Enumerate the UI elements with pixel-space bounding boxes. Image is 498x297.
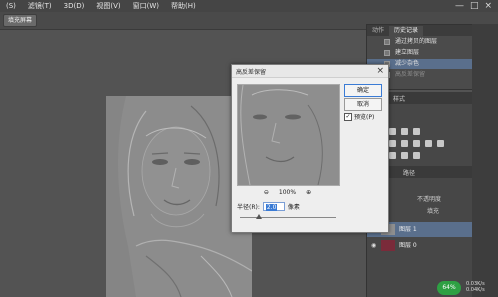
- menu-item-window[interactable]: 窗口(W): [127, 0, 165, 12]
- eye-icon[interactable]: ◉: [371, 242, 376, 249]
- radius-input[interactable]: 2.0: [262, 202, 285, 211]
- fill-screen-button[interactable]: 填充屏幕: [3, 14, 38, 27]
- curves-icon[interactable]: [401, 128, 408, 135]
- radius-label: 半径(R):: [237, 204, 260, 211]
- menu-item-3d[interactable]: 3D(D): [58, 0, 91, 12]
- collapsed-panel-strip: [472, 24, 498, 297]
- layer-icon: [384, 50, 390, 56]
- close-icon[interactable]: ×: [484, 0, 492, 12]
- zoom-in-icon[interactable]: ⊕: [306, 189, 311, 196]
- posterize-icon[interactable]: [389, 152, 396, 159]
- menu-item-view[interactable]: 视图(V): [90, 0, 126, 12]
- exposure-icon[interactable]: [413, 128, 420, 135]
- dialog-titlebar: 高反差保留 ×: [232, 65, 388, 78]
- radius-field-row: 半径(R): 2.0 像素: [237, 202, 300, 211]
- zoom-controls: ⊖ 100% ⊕: [237, 187, 338, 197]
- menu-item-help[interactable]: 帮助(H): [165, 0, 202, 12]
- layer-thumbnail: [381, 240, 395, 251]
- hue-icon[interactable]: [389, 140, 396, 147]
- menu-bar: (S) 滤镜(T) 3D(D) 视图(V) 窗口(W) 帮助(H): [0, 0, 498, 12]
- tab-history[interactable]: 历史记录: [389, 26, 424, 36]
- tab-actions[interactable]: 动作: [367, 26, 389, 36]
- network-speed: 0.03K/s 0.04K/s: [466, 281, 485, 293]
- tab-paths[interactable]: 路径: [403, 168, 415, 177]
- preview-face-image: [238, 85, 339, 185]
- history-item[interactable]: 通过拷贝的图层: [367, 37, 472, 47]
- net-down: 0.04K/s: [466, 287, 485, 293]
- zoom-out-icon[interactable]: ⊖: [264, 189, 269, 196]
- menu-item-select[interactable]: (S): [0, 0, 22, 12]
- dialog-title: 高反差保留: [236, 69, 267, 76]
- history-item-label: 通过拷贝的图层: [395, 38, 438, 45]
- checkmark-icon: ✓: [344, 112, 352, 121]
- photo-filter-icon[interactable]: [425, 140, 432, 147]
- history-item[interactable]: 建立图层: [367, 48, 472, 58]
- restore-icon[interactable]: □: [470, 0, 479, 12]
- preview-checkbox[interactable]: ✓ 预览(P): [344, 112, 374, 121]
- high-pass-dialog: 高反差保留 × 确定 取消 ✓ 预览(P) ⊖ 100% ⊕ 半径(R): 2.…: [231, 64, 389, 233]
- cancel-button[interactable]: 取消: [344, 98, 382, 111]
- layer-name: 图层 1: [399, 226, 417, 233]
- history-item-label: 建立图层: [395, 49, 420, 56]
- window-controls: — □ ×: [455, 0, 498, 12]
- close-icon[interactable]: ×: [376, 65, 384, 77]
- cpu-usage-badge[interactable]: 64%: [437, 281, 461, 295]
- history-item-label: 减少杂色: [395, 60, 420, 67]
- opacity-label: 不透明度: [417, 196, 442, 203]
- radius-slider[interactable]: [240, 214, 336, 219]
- ok-button[interactable]: 确定: [344, 84, 382, 97]
- levels-icon[interactable]: [389, 128, 396, 135]
- bw-icon[interactable]: [413, 140, 420, 147]
- radius-value: 2.0: [265, 204, 278, 211]
- tab-styles[interactable]: 样式: [393, 94, 405, 103]
- zoom-level: 100%: [278, 188, 297, 196]
- fill-label: 填充: [427, 208, 440, 215]
- threshold-icon[interactable]: [401, 152, 408, 159]
- radius-unit: 像素: [287, 204, 300, 211]
- color-balance-icon[interactable]: [401, 140, 408, 147]
- history-item-label: 高反差保留: [395, 71, 426, 78]
- history-panel-tabs: 动作 历史记录: [367, 25, 472, 36]
- gradient-map-icon[interactable]: [413, 152, 420, 159]
- slider-thumb[interactable]: [256, 214, 263, 219]
- filter-preview[interactable]: [237, 84, 340, 186]
- minimize-icon[interactable]: —: [455, 0, 464, 12]
- layer-icon: [384, 39, 390, 45]
- layer-name: 图层 0: [399, 242, 417, 249]
- channel-mixer-icon[interactable]: [437, 140, 444, 147]
- layer-row[interactable]: ◉ 图层 0: [367, 238, 472, 253]
- menu-item-filter[interactable]: 滤镜(T): [22, 0, 58, 12]
- preview-label: 预览(P): [354, 114, 375, 121]
